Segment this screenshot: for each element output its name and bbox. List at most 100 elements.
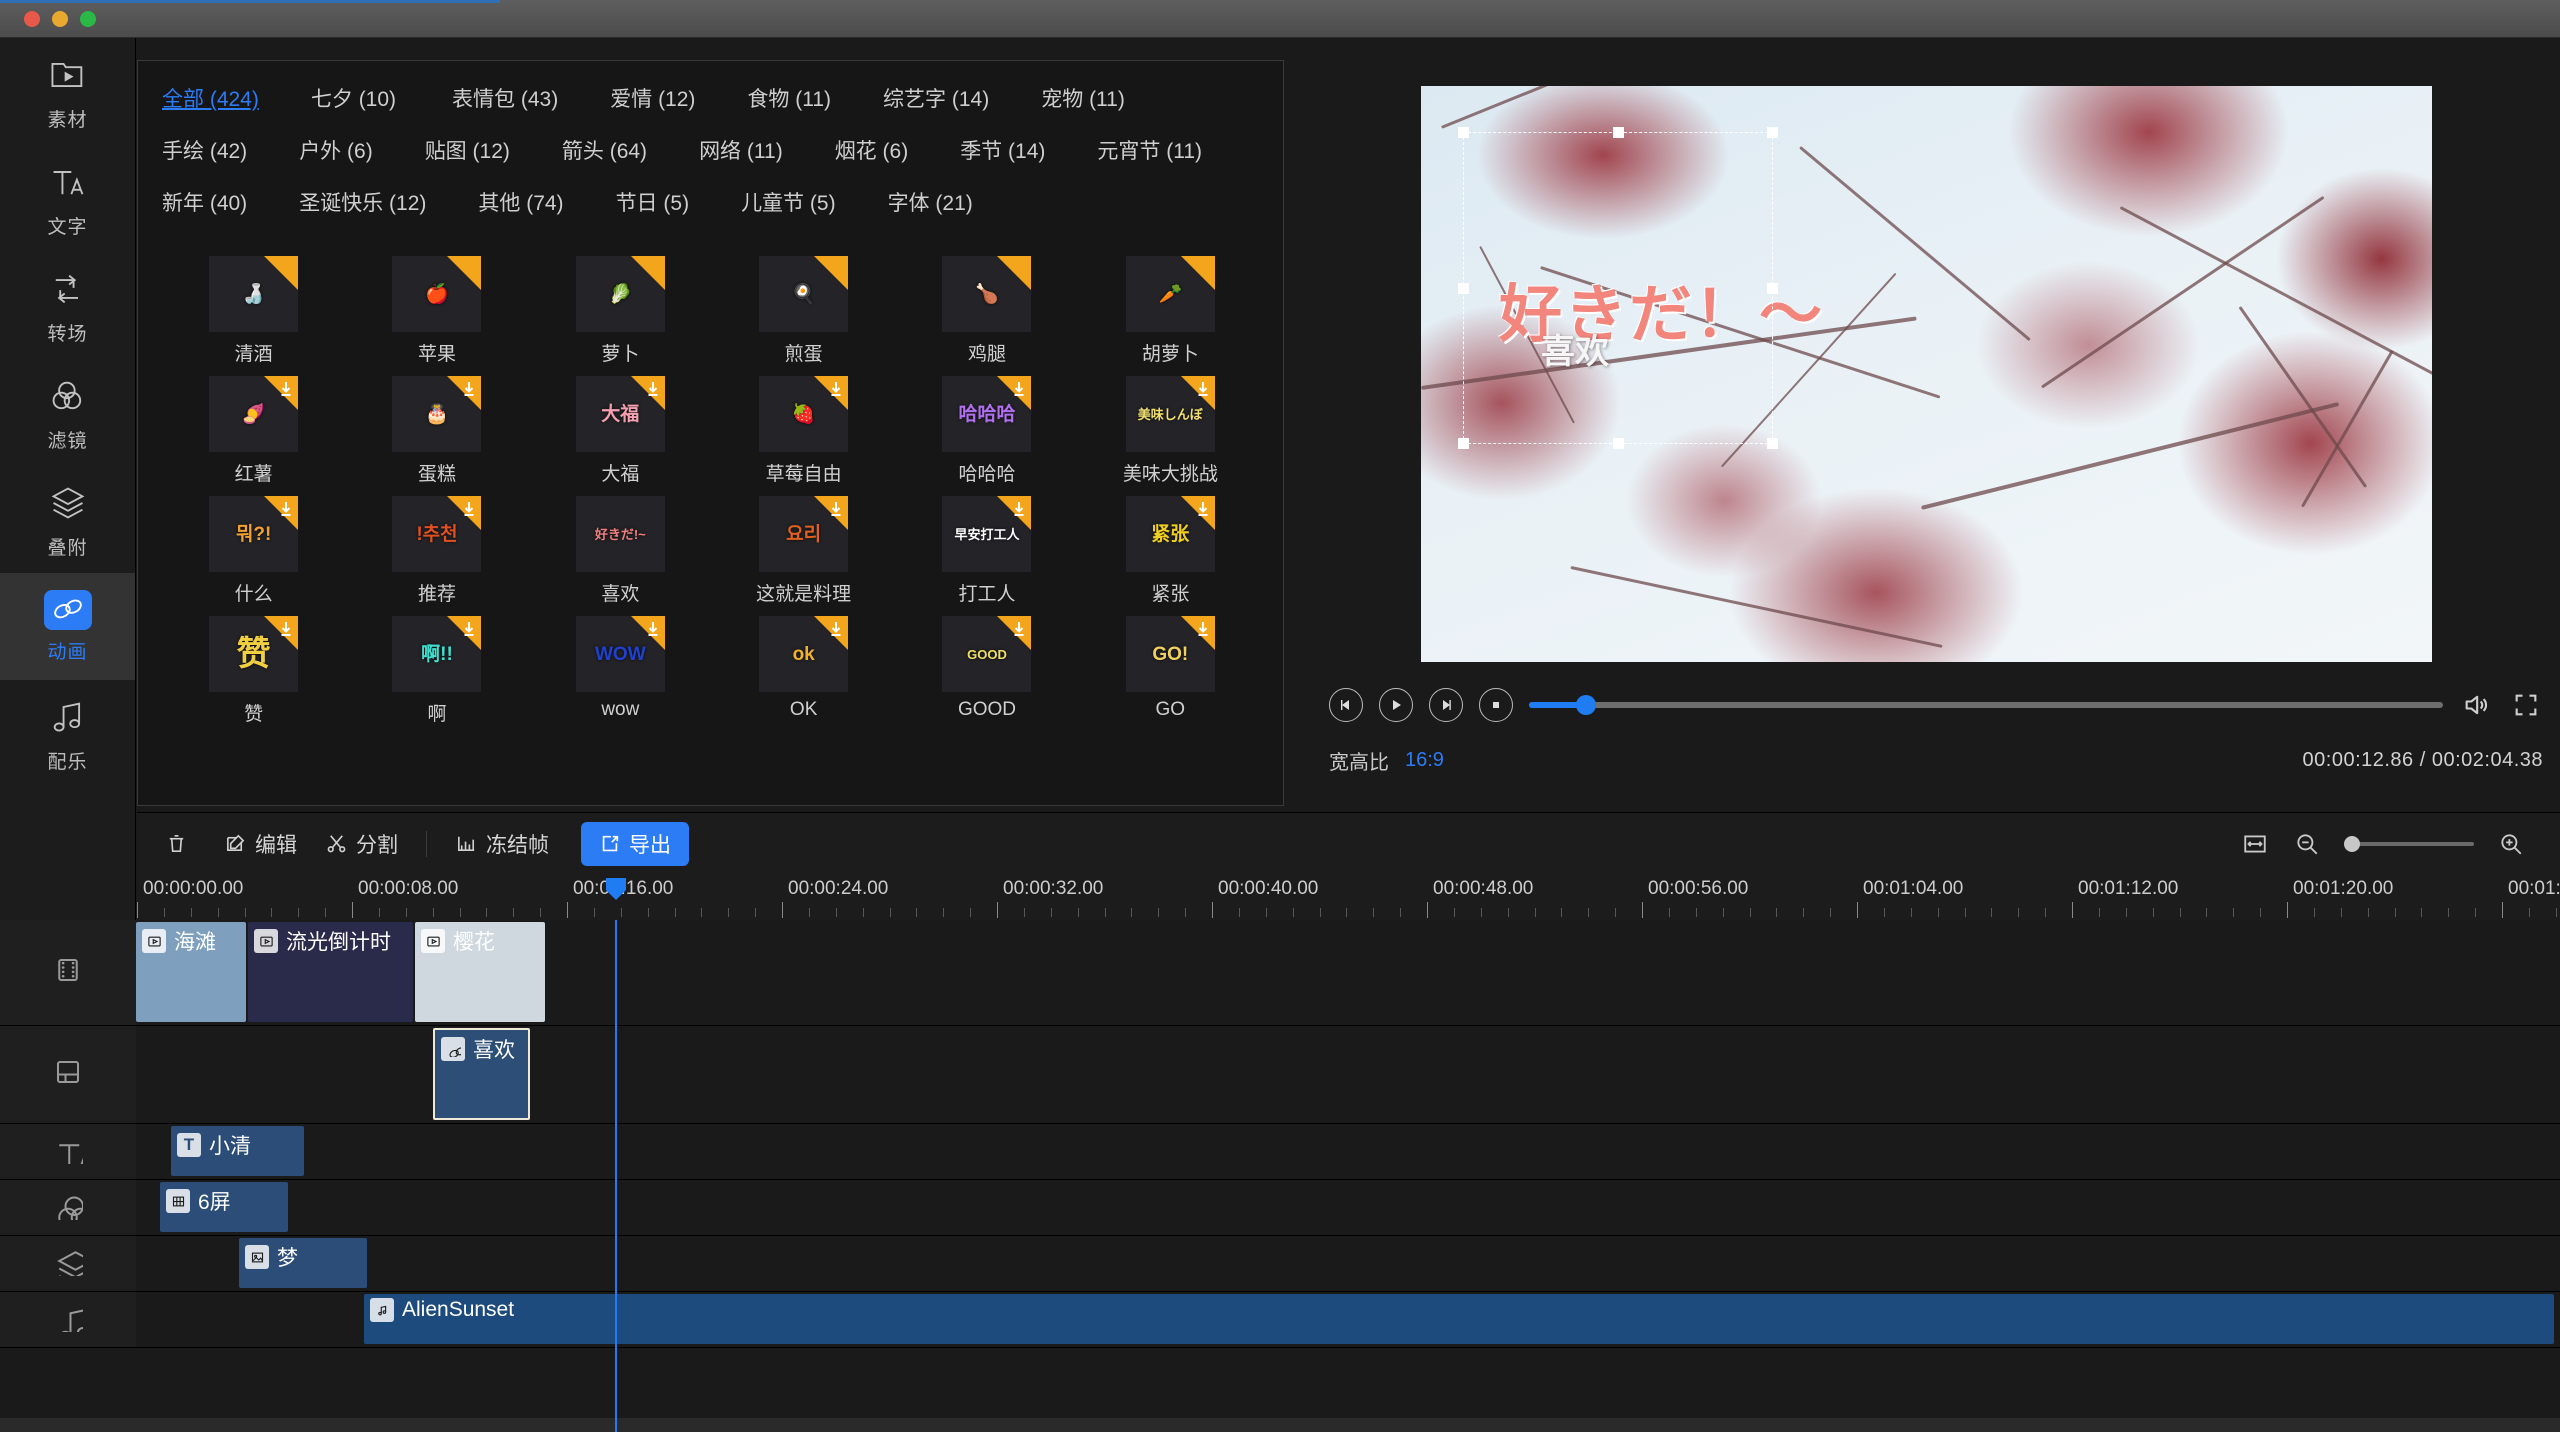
track-header-audio[interactable] (0, 1292, 136, 1348)
track-header-overlay[interactable] (0, 1236, 136, 1292)
close-window-button[interactable] (24, 11, 40, 27)
sidebar-item-6[interactable]: 动画 (0, 573, 135, 680)
download-icon[interactable] (278, 620, 294, 640)
sticker-item[interactable]: !추천推荐 (345, 496, 528, 606)
sticker-item[interactable]: GOODGOOD (895, 616, 1078, 726)
sticker-item[interactable]: GO!GO (1079, 616, 1262, 726)
sticker-item[interactable]: 早安打工人打工人 (895, 496, 1078, 606)
sidebar-item-2[interactable]: 文字 (0, 145, 135, 252)
sidebar-item-7[interactable]: 配乐 (0, 680, 135, 787)
sidebar-item-1[interactable]: 素材 (0, 38, 135, 145)
volume-icon[interactable] (2459, 688, 2493, 722)
download-icon[interactable] (828, 620, 844, 640)
sidebar-item-5[interactable]: 叠附 (0, 466, 135, 573)
sticker-item[interactable]: 🍎苹果 (345, 256, 528, 366)
download-icon[interactable] (1195, 620, 1211, 640)
sticker-item[interactable]: 好きだ!~喜欢 (529, 496, 712, 606)
video-preview[interactable]: 好きだ！～ 喜欢 (1421, 86, 2432, 662)
category-tab[interactable]: 综艺字 (14) (883, 83, 989, 113)
resize-handle[interactable] (1613, 127, 1624, 138)
sticker-item[interactable]: WOWwow (529, 616, 712, 726)
aspect-ratio-value[interactable]: 16:9 (1405, 749, 1444, 772)
sticker-item[interactable]: 大福大福 (529, 376, 712, 486)
download-icon[interactable] (1011, 380, 1027, 400)
sticker-item[interactable]: 🍠红薯 (162, 376, 345, 486)
timeline-clip[interactable]: 喜欢 (433, 1028, 530, 1120)
stop-button[interactable] (1479, 688, 1513, 722)
track-body-text[interactable]: T小清 (136, 1124, 2560, 1180)
fullscreen-icon[interactable] (2509, 688, 2543, 722)
category-tab[interactable]: 其他 (74) (478, 187, 563, 217)
track-header-sticker[interactable] (0, 1026, 136, 1124)
sticker-item[interactable]: 🍳煎蛋 (712, 256, 895, 366)
download-icon[interactable] (461, 620, 477, 640)
sidebar-item-3[interactable]: 转场 (0, 252, 135, 359)
track-body-sticker[interactable]: 喜欢 (136, 1026, 2560, 1124)
category-tab[interactable]: 烟花 (6) (835, 135, 909, 165)
category-tab[interactable]: 七夕 (10) (311, 83, 396, 113)
resize-handle[interactable] (1458, 127, 1469, 138)
track-body-audio[interactable]: AlienSunset (136, 1292, 2560, 1348)
sticker-item[interactable]: 🎂蛋糕 (345, 376, 528, 486)
sticker-item[interactable]: okOK (712, 616, 895, 726)
category-tab[interactable]: 儿童节 (5) (741, 187, 836, 217)
sidebar-item-4[interactable]: 滤镜 (0, 359, 135, 466)
timeline-clip[interactable]: 樱花 (415, 922, 545, 1022)
sticker-item[interactable]: 哈哈哈哈哈哈 (895, 376, 1078, 486)
timeline-clip[interactable]: T小清 (171, 1126, 304, 1176)
timeline-clip[interactable]: 海滩 (136, 922, 246, 1022)
maximize-window-button[interactable] (80, 11, 96, 27)
download-icon[interactable] (1011, 620, 1027, 640)
resize-handle[interactable] (1613, 438, 1624, 449)
timeline-clip[interactable]: 6屏 (160, 1182, 288, 1232)
sticker-item[interactable]: 🍗鸡腿 (895, 256, 1078, 366)
track-body-overlay[interactable]: 梦 (136, 1236, 2560, 1292)
export-button[interactable]: 导出 (581, 822, 689, 866)
resize-handle[interactable] (1458, 438, 1469, 449)
category-tab[interactable]: 贴图 (12) (425, 135, 510, 165)
category-tab[interactable]: 表情包 (43) (452, 83, 558, 113)
sticker-item[interactable]: 뭐?!什么 (162, 496, 345, 606)
download-icon[interactable] (828, 500, 844, 520)
download-icon[interactable] (645, 380, 661, 400)
track-header-filter[interactable] (0, 1180, 136, 1236)
timeline-ruler[interactable]: 00:00:00.0000:00:08.0000:00:16.0000:00:2… (137, 874, 2560, 920)
sticker-item[interactable]: 🥕胡萝卜 (1079, 256, 1262, 366)
category-tab[interactable]: 季节 (14) (960, 135, 1045, 165)
fit-timeline-icon[interactable] (2240, 829, 2270, 859)
sticker-item[interactable]: 美味しんぼ美味大挑战 (1079, 376, 1262, 486)
resize-handle[interactable] (1767, 127, 1778, 138)
download-icon[interactable] (645, 620, 661, 640)
sticker-item[interactable]: 🍶清酒 (162, 256, 345, 366)
next-frame-button[interactable] (1429, 688, 1463, 722)
play-button[interactable] (1379, 688, 1413, 722)
category-tab[interactable]: 节日 (5) (616, 187, 690, 217)
track-header-video[interactable] (0, 920, 136, 1026)
category-tab[interactable]: 字体 (21) (888, 187, 973, 217)
timeline-clip[interactable]: AlienSunset (364, 1294, 2554, 1344)
download-icon[interactable] (461, 500, 477, 520)
track-body-video[interactable]: 海滩流光倒计时樱花 (136, 920, 2560, 1026)
sticker-item[interactable]: 🥬萝卜 (529, 256, 712, 366)
zoom-in-icon[interactable] (2496, 829, 2526, 859)
seek-slider[interactable] (1529, 702, 2443, 708)
category-tab[interactable]: 户外 (6) (299, 135, 373, 165)
timeline-clip[interactable]: 梦 (239, 1238, 367, 1288)
freeze-frame-button[interactable]: 冻结帧 (455, 829, 549, 859)
category-tab[interactable]: 手绘 (42) (162, 135, 247, 165)
split-button[interactable]: 分割 (325, 829, 398, 859)
download-icon[interactable] (1011, 500, 1027, 520)
category-tab[interactable]: 元宵节 (11) (1097, 135, 1202, 165)
zoom-out-icon[interactable] (2292, 829, 2322, 859)
sticker-item[interactable]: 赞赞 (162, 616, 345, 726)
sticker-item[interactable]: 紧张紧张 (1079, 496, 1262, 606)
category-tab[interactable]: 网络 (11) (699, 135, 783, 165)
timeline-zoom-slider[interactable] (2344, 842, 2474, 846)
category-tab[interactable]: 食物 (11) (747, 83, 831, 113)
download-icon[interactable] (461, 380, 477, 400)
track-header-text[interactable] (0, 1124, 136, 1180)
category-tab[interactable]: 圣诞快乐 (12) (299, 187, 426, 217)
category-tab[interactable]: 宠物 (11) (1041, 83, 1125, 113)
minimize-window-button[interactable] (52, 11, 68, 27)
resize-handle[interactable] (1767, 438, 1778, 449)
